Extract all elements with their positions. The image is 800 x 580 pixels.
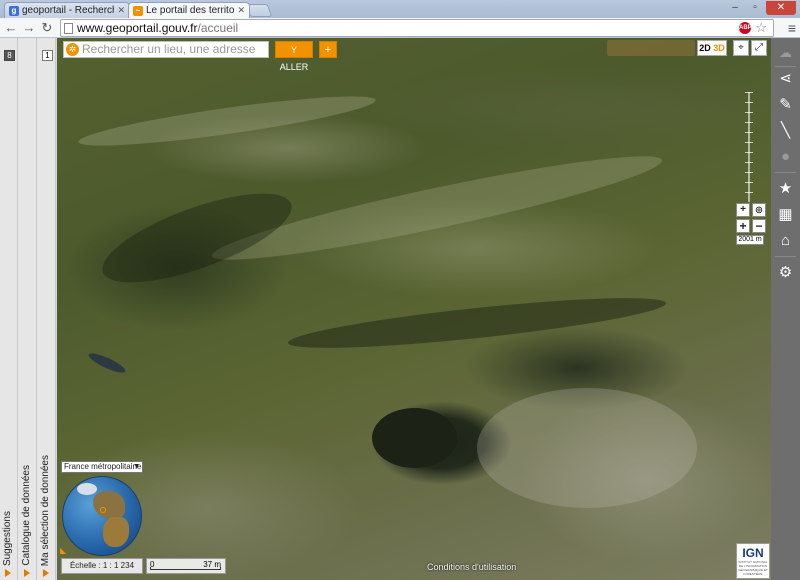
scalebar-line [150, 567, 221, 570]
google-icon: g [9, 5, 19, 16]
back-icon[interactable]: ← [3, 20, 19, 36]
zoom-scale-label: 2001 m [736, 235, 764, 245]
scale-bar: 0 37 m [146, 558, 226, 574]
zoom-in-button[interactable]: + [736, 219, 750, 233]
selection-column[interactable]: 1 Ma sélection de données [38, 38, 56, 580]
layer-info-strip [607, 40, 695, 56]
house-icon[interactable]: ⌂ [771, 228, 800, 254]
share-icon[interactable]: ⋖ [771, 66, 800, 92]
stream [86, 350, 128, 376]
close-icon[interactable]: ✕ [117, 5, 125, 16]
aerial-map[interactable]: ✲ Rechercher un lieu, une adresse Y ALLE… [57, 38, 771, 580]
right-toolbar: ☁ ⋖ ✎ ╲ ● ★ ▦ ⌂ ⚙ [771, 38, 800, 580]
catalogue-column[interactable]: Catalogue de données [19, 38, 37, 580]
window-controls: – ▫ ✕ [726, 1, 796, 15]
zoom-out-button[interactable]: − [752, 219, 766, 233]
suggestions-count: 8 [4, 50, 15, 61]
left-panel: 8 Suggestions Catalogue de données 1 Ma … [0, 38, 56, 580]
bookmark-star-icon[interactable]: ☆ [755, 20, 767, 36]
map-view-buttons: ⌖ ⤢ [733, 40, 767, 56]
terms-link[interactable]: Conditions d'utilisation [427, 562, 516, 572]
scale-display[interactable]: Échelle : 1 : 1 234 [61, 558, 143, 574]
scree-field [477, 388, 697, 508]
browser-toolbar: ← → ↻ www.geoportail.gouv.fr/accueil ABP… [0, 18, 800, 38]
address-bar[interactable]: www.geoportail.gouv.fr/accueil ABP ☆ [60, 19, 774, 37]
compass-icon[interactable]: ⌖ [733, 40, 749, 56]
tab-title: Le portail des territoires [146, 5, 235, 16]
chrome-menu-icon[interactable]: ≡ [788, 20, 796, 36]
tab-geoportail[interactable]: ~ Le portail des territoires ✕ [128, 2, 250, 18]
forward-icon[interactable]: → [21, 20, 37, 36]
region-select-value: France métropolitaine [64, 462, 142, 471]
map-icon[interactable]: ▦ [771, 202, 800, 228]
terrain-shadow [286, 288, 668, 358]
search-input[interactable]: ✲ Rechercher un lieu, une adresse [63, 41, 269, 58]
terrain-ridge [76, 87, 378, 155]
page-icon [64, 23, 73, 34]
geoportail-page: 8 Suggestions Catalogue de données 1 Ma … [0, 38, 800, 580]
adblock-icon[interactable]: ABP [739, 22, 752, 34]
overview-globe[interactable] [62, 476, 142, 556]
window-close-icon[interactable]: ✕ [766, 1, 796, 15]
advanced-search-button[interactable]: + [319, 41, 337, 58]
globe-land [93, 491, 125, 519]
alert-icon[interactable]: ● [771, 144, 800, 170]
ign-logo[interactable]: IGN INSTITUT NATIONAL DE L'INFORMATION G… [736, 543, 770, 579]
maximize-icon[interactable]: ▫ [746, 1, 764, 15]
selection-count: 1 [42, 50, 53, 61]
toolbar-divider [775, 256, 796, 257]
location-marker-icon [100, 507, 106, 513]
suggestions-column[interactable]: 8 Suggestions [0, 38, 18, 580]
collapse-arrow-icon[interactable]: ◣ [60, 546, 66, 555]
fullscreen-icon[interactable]: ⤢ [751, 40, 767, 56]
catalogue-label[interactable]: Catalogue de données [21, 465, 32, 566]
logo-subtext: INSTITUT NATIONAL DE L'INFORMATION GÉOGR… [738, 560, 768, 576]
suggestions-label[interactable]: Suggestions [2, 511, 13, 566]
star-icon[interactable]: ★ [771, 176, 800, 202]
chevron-down-icon[interactable]: ▼ [133, 462, 140, 472]
go-button[interactable]: Y ALLER [275, 41, 313, 72]
reload-icon[interactable]: ↻ [39, 20, 55, 36]
browser-tabstrip: g geoportail - Recherche ✕ ~ Le portail … [0, 0, 800, 18]
globe-land [103, 517, 129, 547]
geoportail-icon: ~ [133, 5, 143, 16]
url-host: www.geoportail.gouv.fr [77, 21, 198, 35]
region-select[interactable]: France métropolitaine ▼ [61, 461, 143, 473]
user-icon[interactable]: ☁ [771, 40, 800, 66]
selection-label[interactable]: Ma sélection de données [40, 455, 51, 566]
mode-2d-label[interactable]: 2D [699, 43, 711, 53]
toolbar-divider [775, 172, 796, 173]
zoom-slider[interactable] [745, 92, 753, 202]
measure-icon[interactable]: ╲ [771, 118, 800, 144]
mountain-lake [372, 408, 457, 468]
minimize-icon[interactable]: – [726, 1, 744, 15]
globe-view-icon[interactable]: ◎ [752, 203, 766, 217]
expand-arrow-icon[interactable] [24, 569, 30, 577]
globe-land [77, 483, 97, 495]
view-mode-toggle[interactable]: 2D 3D [697, 40, 727, 56]
pencil-icon[interactable]: ✎ [771, 92, 800, 118]
expand-arrow-icon[interactable] [5, 569, 11, 577]
expand-arrow-icon[interactable] [43, 569, 49, 577]
tab-google-search[interactable]: g geoportail - Recherche ✕ [4, 2, 130, 18]
geolocate-icon[interactable]: ✲ [66, 43, 79, 56]
url-path: /accueil [197, 21, 239, 35]
search-placeholder: Rechercher un lieu, une adresse [82, 42, 256, 56]
close-icon[interactable]: ✕ [237, 5, 245, 16]
mode-3d-label[interactable]: 3D [713, 43, 725, 53]
zoom-level-in-icon[interactable]: + [736, 203, 750, 217]
logo-text: IGN [742, 546, 764, 560]
gear-icon[interactable]: ⚙ [771, 260, 800, 286]
tab-title: geoportail - Recherche [22, 5, 115, 16]
